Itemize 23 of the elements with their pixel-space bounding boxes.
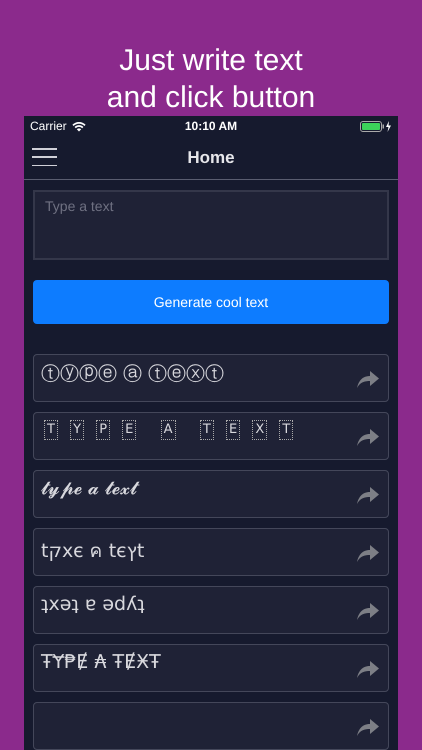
generate-button[interactable]: Generate cool text (33, 280, 389, 324)
share-icon[interactable] (357, 486, 379, 504)
styled-text: tקxє ค tєץt (41, 539, 144, 564)
share-icon[interactable] (357, 428, 379, 446)
styled-text: 𝓽𝔂𝓹𝓮 𝓪 𝓽𝓮𝔁𝓽 (41, 477, 138, 499)
headline: Just write text (119, 43, 303, 79)
styled-text: ŦɎ₱Ɇ ₳ ŦɆӾŦ (41, 651, 161, 673)
styled-text: ⓣⓨⓟⓔ ⓐ ⓣⓔⓧⓣ (41, 362, 224, 387)
styled-text: T Y P E A T E X T (44, 420, 294, 440)
share-icon[interactable] (357, 602, 379, 620)
share-icon[interactable] (357, 718, 379, 736)
text-input-field[interactable]: Type a text (33, 190, 389, 260)
carrier-label: Carrier (30, 119, 67, 133)
styled-text: ʇxǝʇ ɐ ǝdʎʇ (41, 593, 145, 615)
share-icon[interactable] (357, 660, 379, 678)
battery-icon (360, 120, 392, 132)
headline: and click button (106, 80, 316, 116)
share-icon[interactable] (357, 544, 379, 562)
wifi-icon (72, 120, 86, 132)
nav-title: Home (187, 148, 235, 168)
clock-time: 10:10 AM (184, 119, 238, 133)
share-icon[interactable] (357, 370, 379, 388)
menu-button[interactable] (32, 148, 57, 166)
